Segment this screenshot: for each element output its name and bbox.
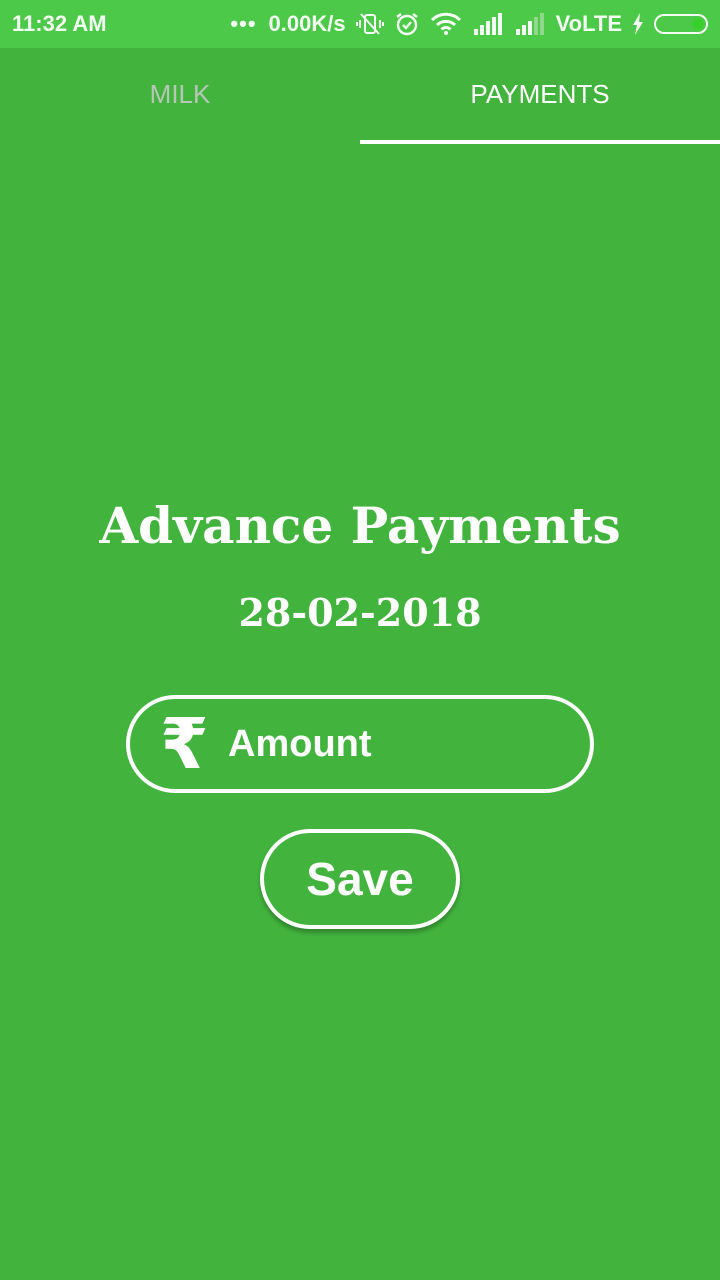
tab-payments[interactable]: PAYMENTS xyxy=(360,48,720,144)
signal-weak-icon xyxy=(514,13,546,35)
network-speed: 0.00K/s xyxy=(268,11,346,36)
battery-level xyxy=(692,18,704,30)
status-time: 11:32 AM xyxy=(12,11,107,36)
rupee-icon: ₹ xyxy=(160,703,209,785)
more-notifications-icon: ••• xyxy=(230,11,257,36)
signal-icon xyxy=(472,13,504,35)
alarm-icon xyxy=(394,11,420,37)
tab-bar: MILK PAYMENTS xyxy=(0,48,720,144)
payments-panel: Advance Payments 28-02-2018 ₹ Save xyxy=(0,144,720,1280)
wifi-icon xyxy=(430,12,462,36)
save-button[interactable]: Save xyxy=(260,829,460,929)
payment-date: 28-02-2018 xyxy=(238,590,482,635)
charging-icon xyxy=(632,13,644,35)
network-type: VoLTE xyxy=(555,11,622,36)
amount-input[interactable] xyxy=(228,714,528,774)
tab-payments-label: PAYMENTS xyxy=(470,78,610,109)
battery-icon xyxy=(654,14,708,34)
amount-field[interactable]: ₹ xyxy=(126,695,594,793)
vibrate-off-icon xyxy=(355,12,384,36)
page-title: Advance Payments xyxy=(99,496,621,555)
status-bar: 11:32 AM ••• 0.00K/s VoLTE xyxy=(0,0,720,48)
tab-milk[interactable]: MILK xyxy=(0,48,360,144)
tab-milk-label: MILK xyxy=(149,78,211,109)
